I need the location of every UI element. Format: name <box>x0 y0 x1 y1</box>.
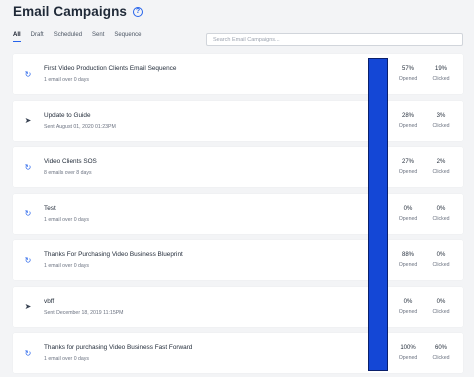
sequence-icon: ↻ <box>24 348 32 358</box>
sequence-icon: ↻ <box>24 209 32 218</box>
clicked-stat: 19% Clicked <box>426 66 456 82</box>
clicked-value: 60% <box>434 345 447 351</box>
opened-value: 100% <box>400 345 416 351</box>
opened-stat: 0% Opened <box>393 299 423 315</box>
tab-draft[interactable]: Draft <box>31 32 44 42</box>
clicked-value: 3% <box>436 112 446 119</box>
tab-sequence[interactable]: Sequence <box>114 32 141 42</box>
opened-stat: 57% Opened <box>393 66 423 82</box>
sequence-icon: ↻ <box>24 162 32 172</box>
clicked-value: 19% <box>434 66 447 72</box>
campaign-card[interactable]: ➤ vbff Sent December 18, 2019 11:15PM 0%… <box>13 286 463 327</box>
opened-stat: 28% Opened <box>393 113 423 129</box>
clicked-value: 0% <box>436 252 446 258</box>
clicked-label: Clicked <box>432 308 450 315</box>
help-circle-icon[interactable]: ? <box>133 6 144 17</box>
page-header: Email Campaigns ? <box>13 4 144 19</box>
opened-stat: 100% Opened <box>393 345 423 361</box>
opened-stat: 0% Opened <box>393 206 423 222</box>
clicked-label: Clicked <box>432 215 450 222</box>
clicked-stat: 0% Clicked <box>426 252 456 268</box>
campaign-card[interactable]: ↻ Video Clients SOS 8 emails over 8 days… <box>13 147 463 187</box>
opened-label: Opened <box>398 215 418 222</box>
tab-sent[interactable]: Sent <box>92 32 104 42</box>
search-input[interactable] <box>206 33 463 46</box>
opened-value: 0% <box>403 205 413 212</box>
clicked-value: 2% <box>436 159 446 165</box>
opened-stat: 88% Opened <box>393 252 423 268</box>
opened-label: Opened <box>398 76 418 82</box>
opened-value: 27% <box>401 159 414 165</box>
opened-value: 0% <box>403 298 413 305</box>
page-title: Email Campaigns <box>13 4 128 19</box>
clicked-label: Clicked <box>432 262 450 268</box>
opened-label: Opened <box>398 355 418 361</box>
opened-label: Opened <box>398 122 418 129</box>
sequence-icon: ↻ <box>24 255 32 265</box>
campaign-card[interactable]: ↻ Test 1 email over 0 days 0% Opened 0% … <box>13 193 463 234</box>
tab-all[interactable]: All <box>13 32 21 42</box>
clicked-label: Clicked <box>432 169 450 175</box>
opened-label: Opened <box>398 308 418 315</box>
clicked-value: 0% <box>436 205 446 212</box>
clicked-stat: 0% Clicked <box>426 299 456 315</box>
overlay-bar <box>368 58 388 371</box>
campaign-card[interactable]: ➤ Update to Guide Sent August 01, 2020 0… <box>13 100 463 141</box>
opened-stat: 27% Opened <box>393 159 423 175</box>
clicked-stat: 60% Clicked <box>426 345 456 361</box>
campaign-filter-tabs: All Draft Scheduled Sent Sequence <box>13 32 141 42</box>
opened-value: 88% <box>401 252 414 258</box>
opened-value: 28% <box>401 112 414 119</box>
clicked-stat: 2% Clicked <box>426 159 456 175</box>
clicked-value: 0% <box>436 298 446 305</box>
clicked-label: Clicked <box>432 122 450 129</box>
clicked-label: Clicked <box>432 355 450 361</box>
campaign-card[interactable]: ↻ Thanks For Purchasing Video Business B… <box>13 240 463 280</box>
campaign-card[interactable]: ↻ First Video Production Clients Email S… <box>13 54 463 94</box>
sequence-icon: ↻ <box>24 69 32 79</box>
tab-scheduled[interactable]: Scheduled <box>54 32 82 42</box>
campaign-card[interactable]: ↻ Thanks for purchasing Video Business F… <box>13 333 463 373</box>
campaign-list: ↻ First Video Production Clients Email S… <box>13 54 463 377</box>
send-icon: ➤ <box>24 116 32 125</box>
clicked-label: Clicked <box>432 76 450 82</box>
send-icon: ➤ <box>24 302 32 311</box>
opened-label: Opened <box>398 169 418 175</box>
opened-label: Opened <box>398 262 418 268</box>
opened-value: 57% <box>401 66 414 72</box>
clicked-stat: 3% Clicked <box>426 113 456 129</box>
clicked-stat: 0% Clicked <box>426 206 456 222</box>
